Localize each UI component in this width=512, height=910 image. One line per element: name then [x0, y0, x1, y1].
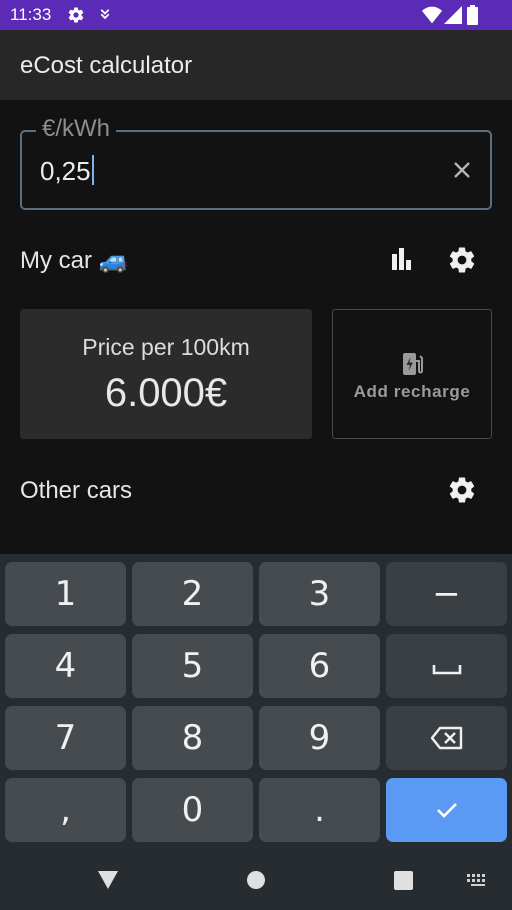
key-8[interactable]: 8: [132, 706, 253, 770]
key-space[interactable]: [386, 634, 507, 698]
key-6[interactable]: 6: [259, 634, 380, 698]
key-9[interactable]: 9: [259, 706, 380, 770]
my-car-settings-icon[interactable]: [447, 245, 477, 275]
other-cars-settings-icon[interactable]: [447, 475, 477, 505]
back-icon[interactable]: [97, 870, 119, 890]
key-backspace[interactable]: [386, 706, 507, 770]
app-bar: eCost calculator: [0, 30, 512, 100]
status-bar: 11:33: [0, 0, 512, 30]
my-car-label: My car 🚙: [20, 247, 129, 274]
checkmark-icon: [436, 803, 457, 818]
price-per-100km-value: 6.000€: [104, 371, 228, 415]
price-per-kwh-input[interactable]: 0,25: [40, 155, 94, 187]
other-cars-label: Other cars: [20, 477, 133, 504]
key-comma[interactable]: ,: [5, 778, 126, 842]
gear-icon: [68, 7, 84, 23]
key-period[interactable]: .: [259, 778, 380, 842]
app-title: eCost calculator: [20, 52, 193, 79]
backspace-icon: [430, 726, 462, 750]
add-recharge-label: Add recharge: [353, 382, 471, 401]
key-5[interactable]: 5: [132, 634, 253, 698]
wifi-icon: [422, 6, 442, 24]
home-icon[interactable]: [246, 870, 266, 890]
key-2[interactable]: 2: [132, 562, 253, 626]
status-time: 11:33: [10, 5, 52, 24]
clear-icon[interactable]: [450, 158, 474, 182]
bar-chart-icon[interactable]: [388, 248, 416, 274]
key-1[interactable]: 1: [5, 562, 126, 626]
location-icon: [100, 9, 110, 20]
key-3[interactable]: 3: [259, 562, 380, 626]
key-minus[interactable]: −: [386, 562, 507, 626]
price-per-100km-label: Price per 100km: [82, 334, 250, 360]
price-per-kwh-field[interactable]: €/kWh 0,25: [20, 115, 492, 210]
text-caret: [91, 155, 94, 185]
key-4[interactable]: 4: [5, 634, 126, 698]
recents-icon[interactable]: [394, 871, 413, 890]
price-per-100km-card: Price per 100km 6.000€: [20, 309, 312, 439]
space-icon: [432, 665, 461, 675]
key-7[interactable]: 7: [5, 706, 126, 770]
add-recharge-button[interactable]: Add recharge: [332, 309, 492, 439]
numeric-keyboard: 1 2 3 − 4 5 6 7 8 9 , 0 .: [0, 554, 512, 856]
ev-charging-icon: [403, 353, 423, 375]
key-done[interactable]: [386, 778, 507, 842]
navigation-bar: [0, 856, 512, 910]
battery-icon: [467, 5, 478, 25]
key-0[interactable]: 0: [132, 778, 253, 842]
signal-icon: [444, 6, 462, 24]
keyboard-switcher-icon[interactable]: [467, 874, 489, 888]
price-per-kwh-value: 0,25: [40, 156, 91, 186]
price-per-kwh-label: €/kWh: [36, 115, 117, 143]
